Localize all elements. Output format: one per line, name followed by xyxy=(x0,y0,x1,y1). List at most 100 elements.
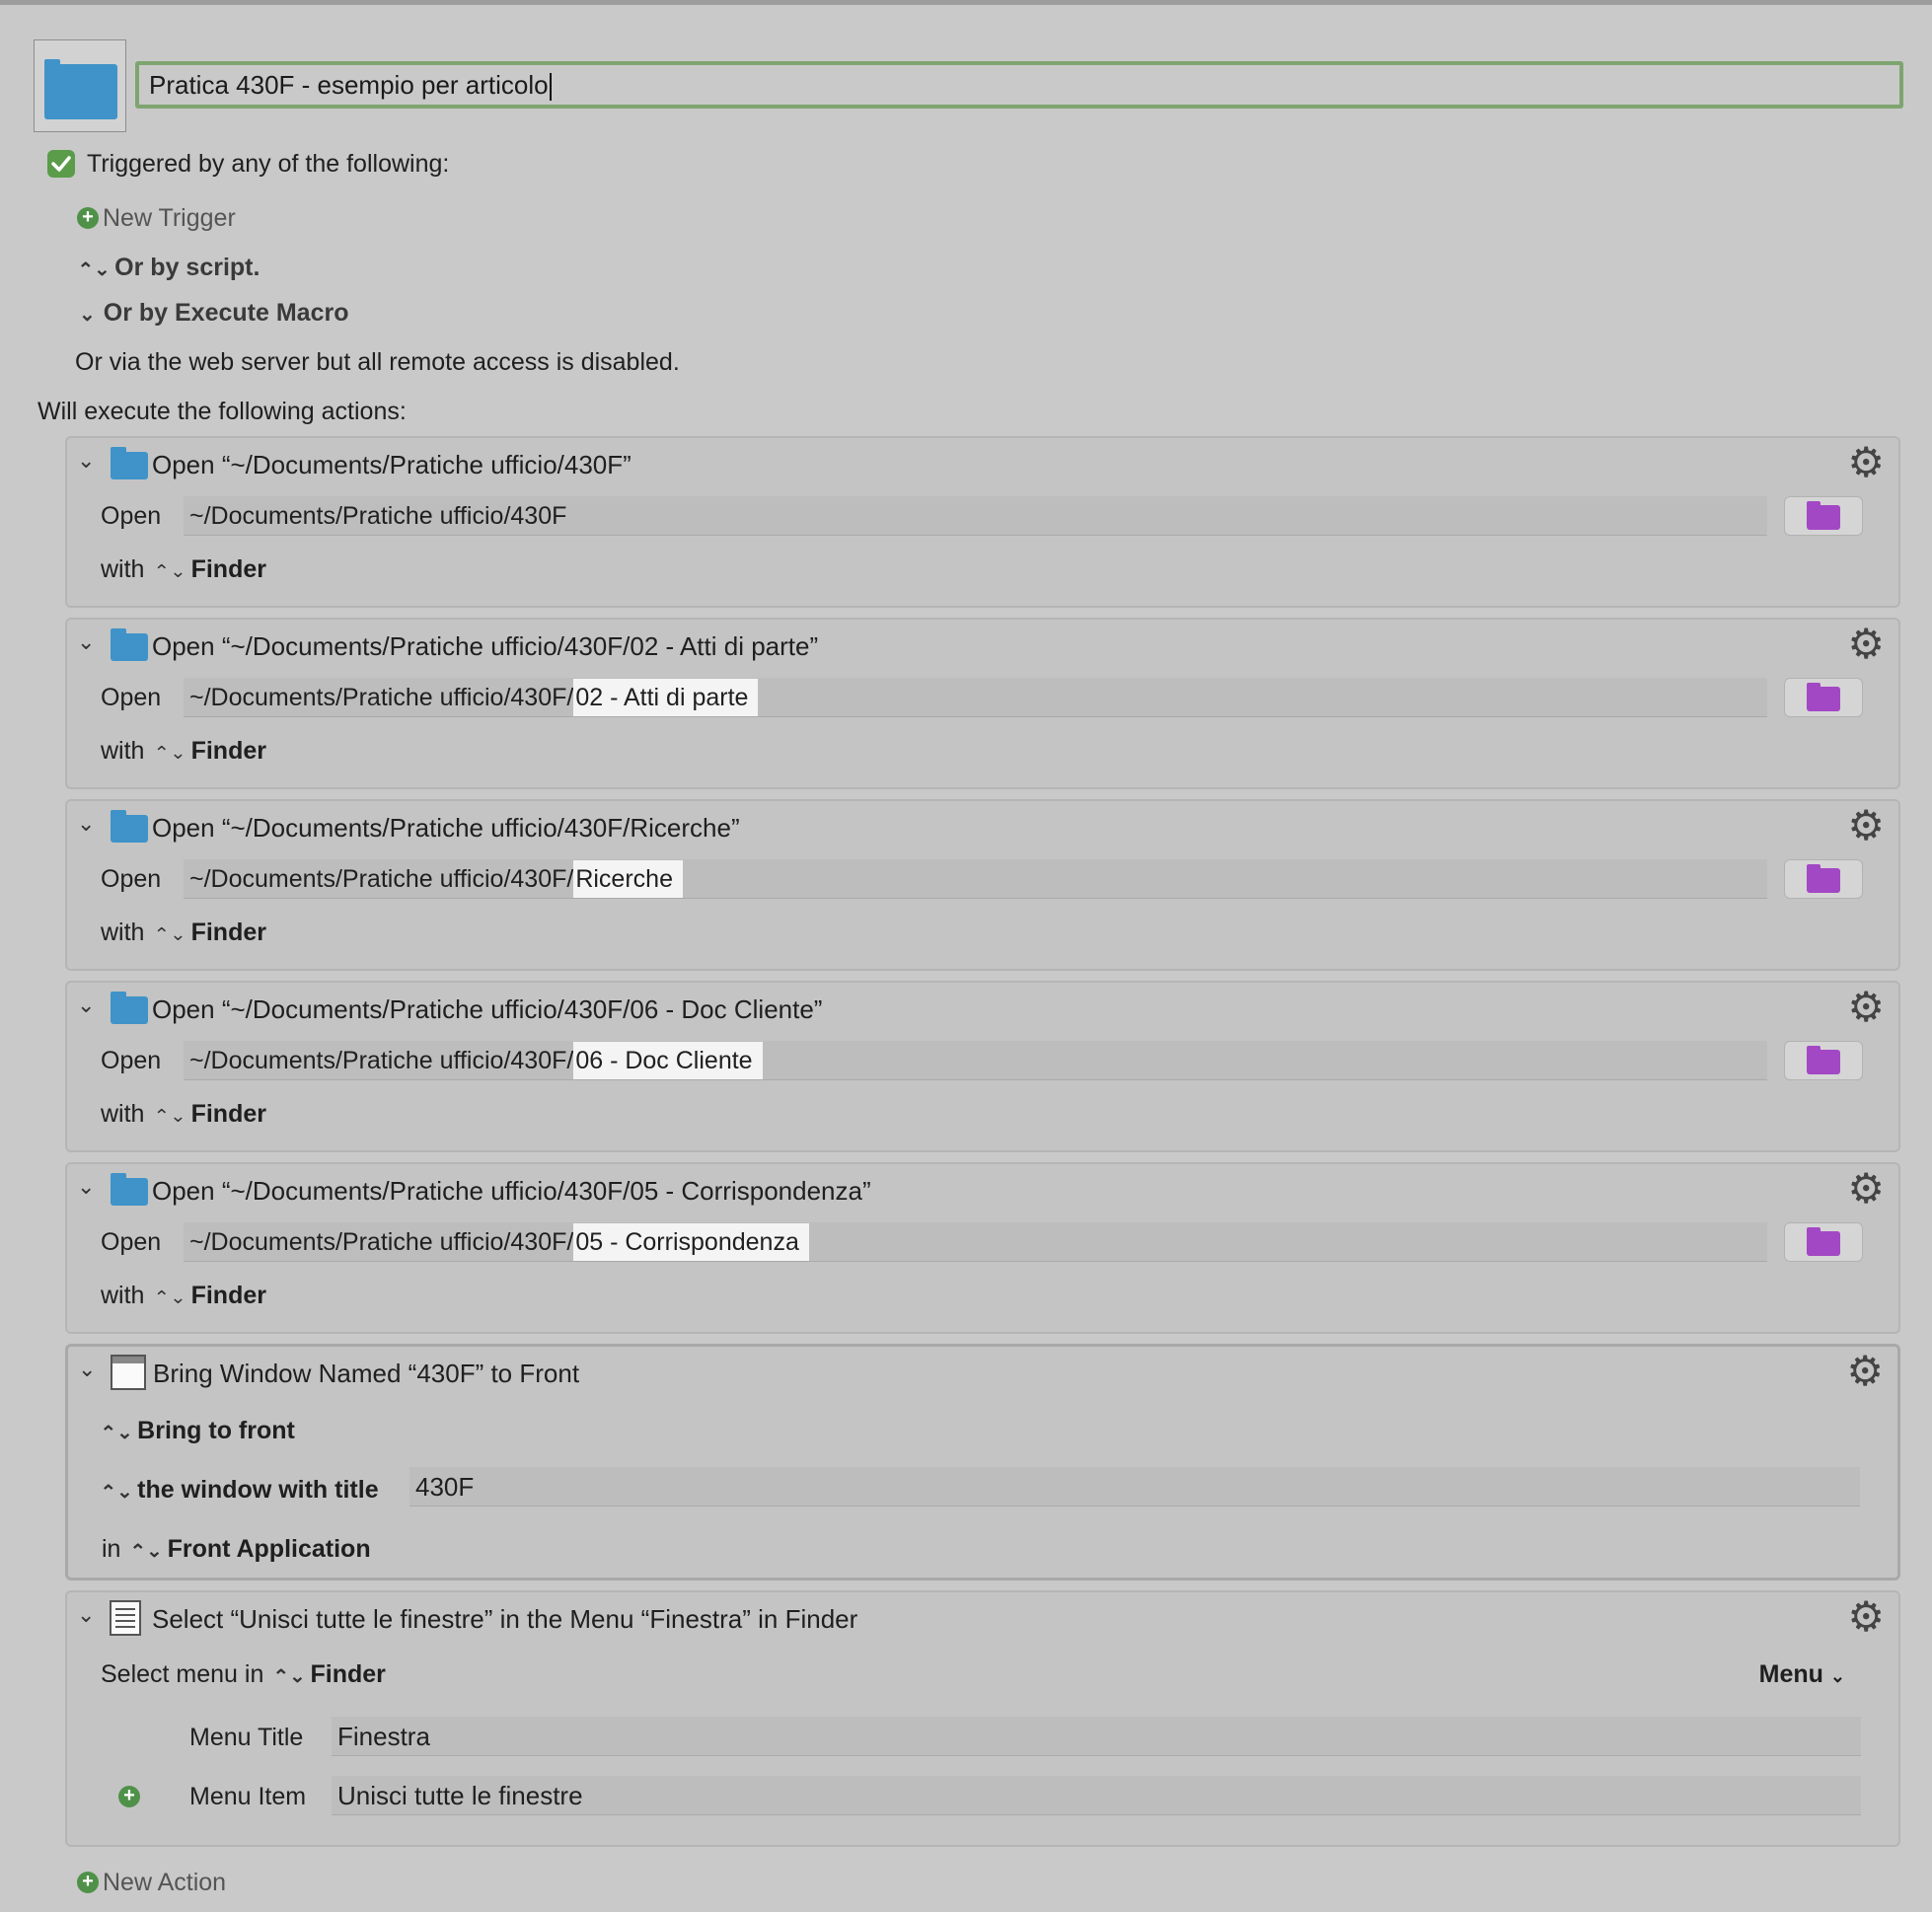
gear-icon[interactable]: ⚙ xyxy=(1846,1351,1884,1392)
chevron-down-icon[interactable]: ⌄ xyxy=(77,811,95,837)
with-label: with xyxy=(101,1100,145,1128)
checkmark-icon xyxy=(51,156,71,172)
chevron-down-icon[interactable]: ⌄ xyxy=(77,629,95,655)
gear-icon[interactable]: ⚙ xyxy=(1847,805,1885,846)
chevron-down-icon[interactable]: ⌄ xyxy=(78,1357,96,1382)
window-icon xyxy=(111,1355,146,1390)
select-menu-label: Select menu in xyxy=(101,1660,264,1688)
action-title: Open “~/Documents/Pratiche ufficio/430F/… xyxy=(152,813,740,843)
gear-icon[interactable]: ⚙ xyxy=(1847,1596,1885,1638)
action-title: Bring Window Named “430F” to Front xyxy=(153,1359,580,1388)
chevron-down-icon[interactable]: ⌄ xyxy=(77,1174,95,1200)
choose-folder-button[interactable] xyxy=(1784,1041,1863,1080)
select-menu-action[interactable]: ⌄ Select “Unisci tutte le finestre” in t… xyxy=(65,1590,1900,1847)
menu-list-icon xyxy=(110,1600,141,1636)
open-file-action[interactable]: ⌄ Open “~/Documents/Pratiche ufficio/430… xyxy=(65,981,1900,1152)
actions-heading: Will execute the following actions: xyxy=(37,398,407,425)
with-row: with ⌃⌄ Finder xyxy=(101,1099,266,1131)
path-field[interactable]: ~/Documents/Pratiche ufficio/430F/05 - C… xyxy=(184,1222,1767,1262)
open-label: Open xyxy=(101,1228,162,1256)
action-title: Open “~/Documents/Pratiche ufficio/430F/… xyxy=(152,631,819,661)
path-field[interactable]: ~/Documents/Pratiche ufficio/430F xyxy=(184,496,1767,536)
app-name: Finder xyxy=(190,737,266,765)
path-prefix: ~/Documents/Pratiche ufficio/430F/ xyxy=(189,1228,574,1256)
app-popup[interactable]: ⌃⌄ Finder xyxy=(151,555,266,583)
or-by-execute-macro-label: Or by Execute Macro xyxy=(103,299,349,327)
target-app-popup[interactable]: ⌃⌄ Front Application xyxy=(127,1535,371,1563)
updown-arrows-icon: ⌃⌄ xyxy=(153,561,187,581)
bring-mode-label: Bring to front xyxy=(137,1417,295,1444)
bring-mode-popup[interactable]: ⌃⌄ Bring to front xyxy=(100,1416,295,1447)
new-trigger-button[interactable]: + New Trigger xyxy=(77,203,236,233)
folder-icon xyxy=(111,992,148,1024)
with-row: with ⌃⌄ Finder xyxy=(101,918,266,949)
open-label: Open xyxy=(101,502,162,530)
gear-icon[interactable]: ⚙ xyxy=(1847,987,1885,1028)
open-file-action[interactable]: ⌄ Open “~/Documents/Pratiche ufficio/430… xyxy=(65,799,1900,971)
app-popup[interactable]: ⌃⌄ Finder xyxy=(151,1282,266,1309)
with-label: with xyxy=(101,737,145,765)
folder-icon xyxy=(44,59,117,119)
window-top-border xyxy=(0,0,1932,5)
path-prefix: ~/Documents/Pratiche ufficio/430F/ xyxy=(189,684,574,711)
plus-icon: + xyxy=(77,207,99,229)
trigger-enabled-checkbox[interactable] xyxy=(47,150,75,178)
updown-arrows-icon: ⌃⌄ xyxy=(153,924,187,944)
gear-icon[interactable]: ⚙ xyxy=(1847,624,1885,665)
macro-icon-well[interactable] xyxy=(34,39,126,132)
path-highlight: 06 - Doc Cliente xyxy=(573,1042,763,1079)
open-file-action[interactable]: ⌄ Open “~/Documents/Pratiche ufficio/430… xyxy=(65,618,1900,789)
action-title: Open “~/Documents/Pratiche ufficio/430F” xyxy=(152,450,632,479)
plus-icon: + xyxy=(77,1872,99,1893)
gear-icon[interactable]: ⚙ xyxy=(1847,1168,1885,1210)
chevron-down-icon[interactable]: ⌄ xyxy=(77,1602,95,1628)
menu-title-field[interactable]: Finestra xyxy=(332,1717,1861,1756)
app-name: Finder xyxy=(190,555,266,583)
or-by-execute-macro-toggle[interactable]: ⌄ Or by Execute Macro xyxy=(79,298,348,330)
menu-type-popup[interactable]: Menu ⌄ xyxy=(1759,1659,1845,1691)
path-field[interactable]: ~/Documents/Pratiche ufficio/430F/Ricerc… xyxy=(184,859,1767,899)
chevron-down-icon[interactable]: ⌄ xyxy=(77,448,95,474)
menu-title-label: Menu Title xyxy=(189,1724,304,1751)
window-title-field[interactable]: 430F xyxy=(409,1467,1860,1507)
open-file-action[interactable]: ⌄ Open “~/Documents/Pratiche ufficio/430… xyxy=(65,436,1900,608)
select-menu-row: Select menu in ⌃⌄ Finder xyxy=(101,1659,386,1691)
window-match-label: the window with title xyxy=(137,1476,379,1504)
choose-folder-button[interactable] xyxy=(1784,859,1863,899)
menu-app-label: Finder xyxy=(310,1660,386,1688)
path-field[interactable]: ~/Documents/Pratiche ufficio/430F/06 - D… xyxy=(184,1041,1767,1080)
updown-arrows-icon: ⌃⌄ xyxy=(153,743,187,763)
menu-app-popup[interactable]: ⌃⌄ Finder xyxy=(270,1660,386,1688)
path-highlight: Ricerche xyxy=(573,860,683,898)
choose-folder-button[interactable] xyxy=(1784,1222,1863,1262)
gear-icon[interactable]: ⚙ xyxy=(1847,442,1885,483)
chevron-down-icon: ⌄ xyxy=(1829,1666,1845,1686)
open-file-action[interactable]: ⌄ Open “~/Documents/Pratiche ufficio/430… xyxy=(65,1162,1900,1334)
with-label: with xyxy=(101,919,145,946)
folder-icon xyxy=(111,447,148,479)
path-field[interactable]: ~/Documents/Pratiche ufficio/430F/02 - A… xyxy=(184,678,1767,717)
folder-icon xyxy=(1807,1046,1840,1074)
menu-item-field[interactable]: Unisci tutte le finestre xyxy=(332,1776,1861,1815)
choose-folder-button[interactable] xyxy=(1784,678,1863,717)
folder-icon xyxy=(1807,683,1840,711)
with-row: with ⌃⌄ Finder xyxy=(101,554,266,586)
app-popup[interactable]: ⌃⌄ Finder xyxy=(151,737,266,765)
bring-window-action[interactable]: ⌄ Bring Window Named “430F” to Front ⚙ ⌃… xyxy=(65,1344,1900,1581)
add-menu-item-button[interactable]: + xyxy=(118,1786,140,1807)
new-action-button[interactable]: + New Action xyxy=(77,1868,226,1897)
updown-arrows-icon: ⌃⌄ xyxy=(100,1482,133,1502)
open-label: Open xyxy=(101,865,162,893)
or-by-script-toggle[interactable]: ⌃⌄ Or by script. xyxy=(77,253,260,284)
target-app-label: Front Application xyxy=(167,1535,371,1563)
updown-arrows-icon: ⌃⌄ xyxy=(77,259,111,279)
updown-arrows-icon: ⌃⌄ xyxy=(129,1541,164,1561)
choose-folder-button[interactable] xyxy=(1784,496,1863,536)
window-match-popup[interactable]: ⌃⌄ the window with title xyxy=(100,1475,379,1507)
path-highlight: 05 - Corrispondenza xyxy=(573,1223,809,1261)
macro-name-field[interactable]: Pratica 430F - esempio per articolo xyxy=(135,61,1903,109)
app-popup[interactable]: ⌃⌄ Finder xyxy=(151,1100,266,1128)
app-popup[interactable]: ⌃⌄ Finder xyxy=(151,919,266,946)
text-caret xyxy=(549,73,552,102)
chevron-down-icon[interactable]: ⌄ xyxy=(77,993,95,1018)
